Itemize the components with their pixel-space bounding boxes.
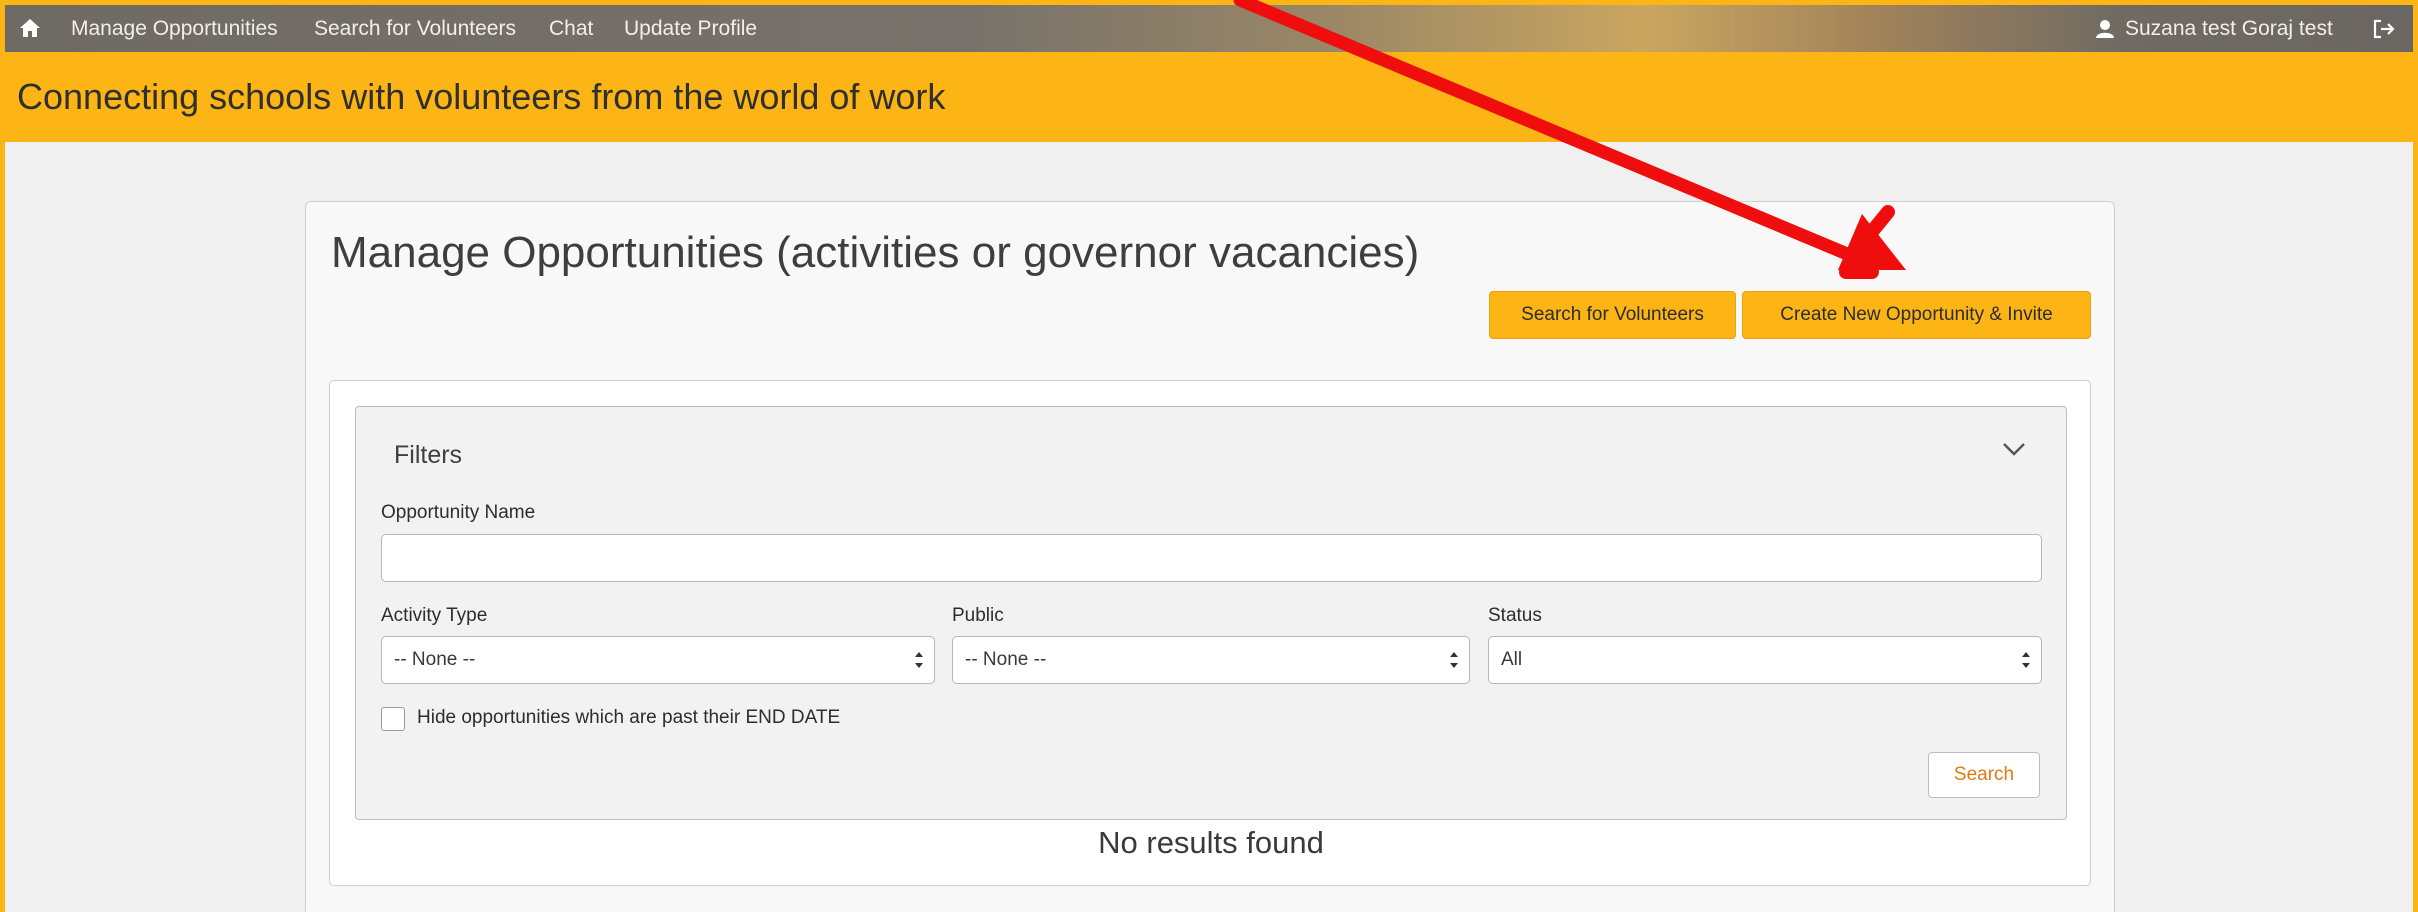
user-icon — [2095, 19, 2115, 39]
home-icon[interactable] — [19, 18, 41, 38]
public-select[interactable]: -- None -- — [952, 636, 1470, 684]
opportunity-name-input[interactable] — [381, 534, 2042, 582]
nav-item-manage-opportunities[interactable]: Manage Opportunities — [71, 5, 278, 52]
search-button[interactable]: Search — [1928, 752, 2040, 798]
top-navigation-bar: Manage Opportunities Search for Voluntee… — [5, 5, 2413, 52]
activity-type-select[interactable]: -- None -- — [381, 636, 935, 684]
status-select[interactable]: All — [1488, 636, 2042, 684]
user-name[interactable]: Suzana test Goraj test — [2125, 5, 2333, 52]
site-banner: Connecting schools with volunteers from … — [5, 52, 2413, 142]
logout-icon[interactable] — [2373, 19, 2395, 39]
filters-section: Filters Opportunity Name Activity Type -… — [355, 406, 2067, 820]
status-value: All — [1501, 649, 1523, 670]
page-title: Manage Opportunities (activities or gove… — [331, 228, 1420, 277]
hide-past-label: Hide opportunities which are past their … — [417, 707, 841, 728]
nav-item-update-profile[interactable]: Update Profile — [624, 5, 757, 52]
search-for-volunteers-button[interactable]: Search for Volunteers — [1489, 291, 1736, 339]
public-label: Public — [952, 605, 1004, 626]
nav-item-search-for-volunteers[interactable]: Search for Volunteers — [314, 5, 516, 52]
public-value: -- None -- — [965, 649, 1047, 670]
chevron-down-icon[interactable] — [2000, 437, 2028, 461]
opportunity-name-label: Opportunity Name — [381, 502, 536, 523]
filters-title: Filters — [394, 441, 463, 469]
select-arrows-icon — [1449, 646, 1459, 674]
activity-type-label: Activity Type — [381, 605, 488, 626]
app-frame: Manage Opportunities Search for Voluntee… — [0, 0, 2418, 912]
activity-type-value: -- None -- — [394, 649, 476, 670]
select-arrows-icon — [2021, 646, 2031, 674]
no-results-message: No results found — [1098, 825, 1324, 860]
nav-item-chat[interactable]: Chat — [549, 5, 593, 52]
status-label: Status — [1488, 605, 1542, 626]
create-opportunity-button[interactable]: Create New Opportunity & Invite — [1742, 291, 2091, 339]
main-card: Manage Opportunities (activities or gove… — [305, 201, 2115, 912]
results-panel: Filters Opportunity Name Activity Type -… — [329, 380, 2091, 886]
site-tagline: Connecting schools with volunteers from … — [17, 76, 946, 117]
select-arrows-icon — [914, 646, 924, 674]
hide-past-checkbox[interactable] — [381, 707, 405, 731]
